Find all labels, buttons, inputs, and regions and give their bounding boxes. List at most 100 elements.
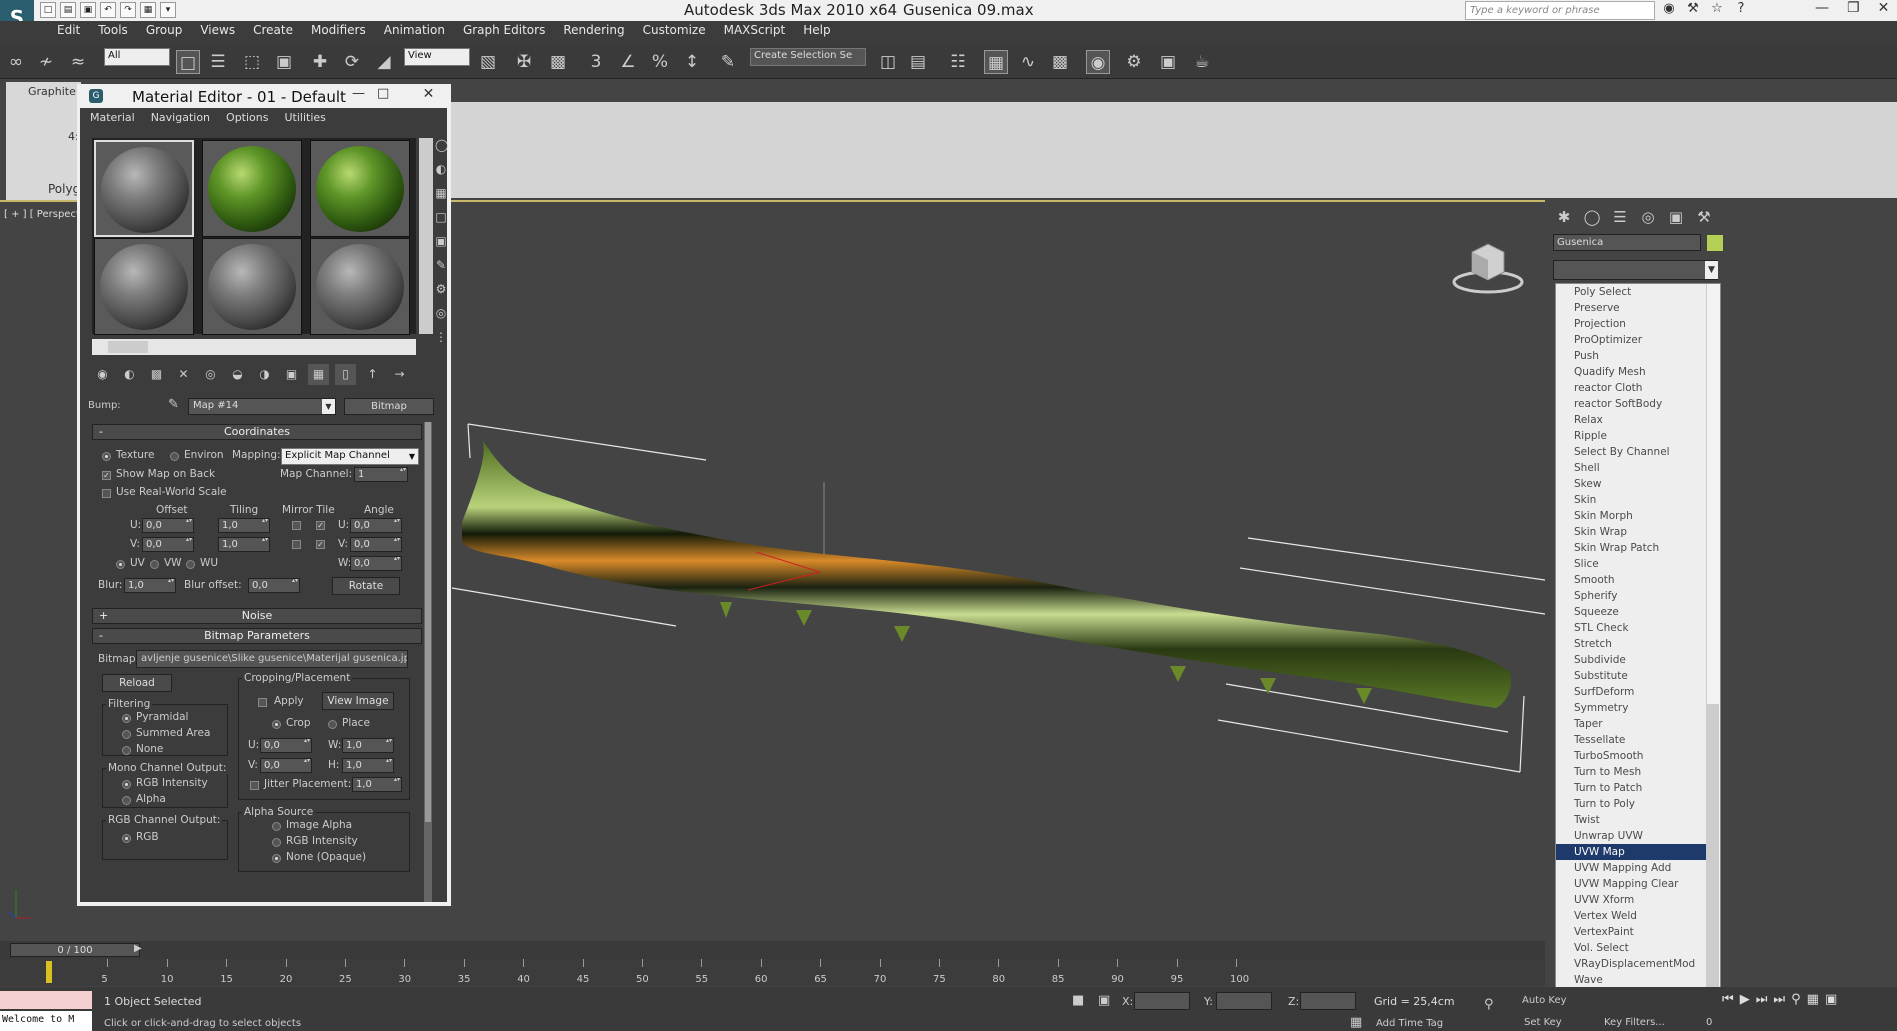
rotate-button[interactable]: Rotate [332,577,400,595]
coordinates-rollout[interactable]: - Coordinates [92,424,422,440]
show-map-on-back-checkbox[interactable]: ✓ [102,471,111,480]
backlight-icon[interactable]: ◐ [435,162,447,180]
pivot-center-icon[interactable]: ▧ [476,50,500,74]
play-icon[interactable]: ▶ [1740,992,1750,1007]
graphite-toggle-icon[interactable]: ▦ [984,50,1008,74]
key-filters-button[interactable]: Key Filters... [1604,1017,1665,1028]
go-to-parent-icon[interactable]: ↑ [362,364,383,385]
me-menu-navigation[interactable]: Navigation [151,108,210,128]
modifier-list-item[interactable]: TurboSmooth [1556,748,1720,764]
save-file-icon[interactable]: ▣ [80,2,96,18]
bind-space-warp-icon[interactable]: ≈ [66,50,90,74]
mono-alpha-radio[interactable] [122,796,131,805]
menu-rendering[interactable]: Rendering [554,21,633,43]
add-time-tag[interactable]: Add Time Tag [1376,1018,1443,1029]
close-icon[interactable]: ✕ [1878,0,1890,16]
modifier-list-item[interactable]: Symmetry [1556,700,1720,716]
use-real-world-scale-checkbox[interactable] [102,489,111,498]
make-preview-icon[interactable]: ✎ [435,258,447,276]
crop-v-spinner[interactable]: 0,0 [260,757,312,773]
modifier-list-item[interactable]: Wave [1556,972,1720,988]
me-menu-material[interactable]: Material [90,108,135,128]
menu-create[interactable]: Create [244,21,302,43]
v-tile-checkbox[interactable]: ✓ [316,540,325,549]
v-mirror-checkbox[interactable] [292,540,301,549]
mapping-dropdown[interactable]: Explicit Map Channel ▼ [281,448,419,465]
v-offset-spinner[interactable]: 0,0 [142,536,194,552]
rectangular-selection-icon[interactable]: ⬚ [240,50,264,74]
view-image-button[interactable]: View Image [322,692,394,710]
modifier-list-item[interactable]: Skin [1556,492,1720,508]
place-radio[interactable] [328,720,337,729]
modifier-list-item[interactable]: Preserve [1556,300,1720,316]
sample-slot[interactable] [202,140,302,237]
modifier-list-scroll-thumb[interactable] [1707,704,1719,1004]
time-tag-icon[interactable]: ▦ [1350,1015,1362,1030]
modifier-list-item[interactable]: Turn to Patch [1556,780,1720,796]
image-alpha-radio[interactable] [272,822,281,831]
map-channel-spinner[interactable]: 1 [354,466,408,482]
project-folder-icon[interactable]: ▦ [140,2,156,18]
chevron-down-icon[interactable]: ▼ [1705,261,1718,279]
modifier-list-item[interactable]: Substitute [1556,668,1720,684]
menu-group[interactable]: Group [137,21,192,43]
modifier-list-item[interactable]: reactor SoftBody [1556,396,1720,412]
modifier-list-item[interactable]: UVW Map [1556,844,1720,860]
mono-rgb-intensity-radio[interactable] [122,780,131,789]
noise-rollout[interactable]: + Noise [92,608,422,624]
redo-icon[interactable]: ↷ [120,2,136,18]
minimize-icon[interactable]: — [1815,0,1829,16]
modifier-list-item[interactable]: ProOptimizer [1556,332,1720,348]
modifier-list-item[interactable]: Spherify [1556,588,1720,604]
object-name-field[interactable]: Gusenica [1553,234,1701,251]
modifier-list-item[interactable]: Projection [1556,316,1720,332]
select-and-manipulate-icon[interactable]: ✠ [512,50,536,74]
modifier-list-item[interactable]: Subdivide [1556,652,1720,668]
display-tab-icon[interactable]: ▣ [1665,206,1687,228]
texture-radio[interactable] [102,452,111,461]
star-icon[interactable]: ☆ [1708,1,1726,19]
parameters-scroll-thumb[interactable] [425,422,431,822]
window-crossing-icon[interactable]: ▣ [272,50,296,74]
modifier-list-item[interactable]: Taper [1556,716,1720,732]
alpha-rgb-intensity-radio[interactable] [272,838,281,847]
modifier-list-item[interactable]: Tessellate [1556,732,1720,748]
zoom-icon[interactable]: ⚲ [1791,992,1801,1007]
keyboard-shortcut-icon[interactable]: ▩ [546,50,570,74]
jitter-spinner[interactable]: 1,0 [352,776,402,792]
w-angle-spinner[interactable]: 0,0 [350,555,402,571]
unlink-icon[interactable]: ≁ [34,50,58,74]
sample-type-icon[interactable]: ◯ [435,138,448,156]
next-frame-icon[interactable]: ⏭ [1756,992,1768,1007]
menu-tools[interactable]: Tools [89,21,137,43]
prev-key-icon[interactable]: ⏮ [1722,992,1734,1007]
sample-uv-tiling-icon[interactable]: □ [435,210,447,228]
menu-animation[interactable]: Animation [375,21,454,43]
modifier-list-item[interactable]: Ripple [1556,428,1720,444]
current-frame-field[interactable]: 0 [1706,1017,1712,1028]
close-icon[interactable]: ✕ [410,84,447,104]
reset-map-icon[interactable]: ✕ [173,364,194,385]
chevron-down-icon[interactable]: ▼ [322,399,335,414]
ribbon-group-label[interactable]: Polyg [48,182,80,196]
modifier-list-item[interactable]: UVW Xform [1556,892,1720,908]
show-end-result-icon[interactable]: ▯ [335,364,356,385]
video-color-check-icon[interactable]: ▣ [435,234,447,252]
qat-dropdown-icon[interactable]: ▾ [160,2,176,18]
menu-edit[interactable]: Edit [48,21,89,43]
sample-slots-hscroll[interactable] [92,339,416,355]
modifier-list-item[interactable]: Turn to Poly [1556,796,1720,812]
make-unique-icon[interactable]: ◒ [227,364,248,385]
go-to-end-icon[interactable]: ⏭ [1773,992,1785,1007]
move-icon[interactable]: ✚ [308,50,332,74]
utilities-tab-icon[interactable]: ⚒ [1693,206,1715,228]
modifier-list-item[interactable]: Slice [1556,556,1720,572]
rendered-frame-window-icon[interactable]: ▣ [1156,50,1180,74]
hierarchy-tab-icon[interactable]: ☰ [1609,206,1631,228]
modify-tab-icon[interactable]: ◯ [1581,206,1603,228]
modifier-list-item[interactable]: SurfDeform [1556,684,1720,700]
put-material-icon[interactable]: ◐ [119,364,140,385]
assign-material-icon[interactable]: ▩ [146,364,167,385]
u-mirror-checkbox[interactable] [292,521,301,530]
sample-slot[interactable] [310,238,410,335]
